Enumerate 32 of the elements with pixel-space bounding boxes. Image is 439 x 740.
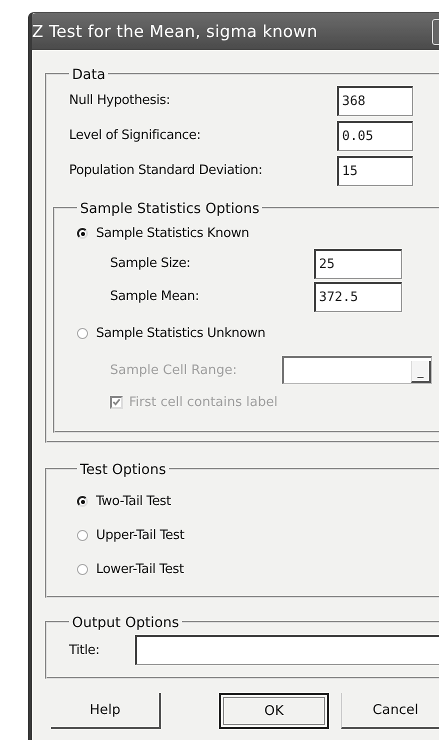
input-field[interactable]: 0.05	[337, 120, 413, 150]
radio-button[interactable]	[77, 228, 88, 238]
field-label: Null Hypothesis:	[69, 93, 172, 108]
radio-button[interactable]	[77, 328, 88, 338]
group-label: Sample Statistics Options	[79, 201, 260, 217]
window-title: Z Test for the Mean, sigma known	[32, 22, 318, 41]
radio-label: Sample Statistics Known	[96, 226, 250, 240]
radio-label: Upper-Tail Test	[96, 528, 184, 542]
checkbox-label: First cell contains label	[129, 394, 278, 410]
input-field[interactable]: 15	[337, 156, 413, 186]
field-label: Level of Significance:	[69, 128, 202, 143]
dialog-button[interactable]: Help	[51, 693, 161, 729]
radio-label: Sample Statistics Unknown	[96, 326, 266, 340]
radio-label: Two-Tail Test	[96, 494, 171, 508]
field-label: Sample Mean:	[110, 289, 200, 304]
group-label: Test Options	[79, 462, 168, 478]
field-label: Sample Size:	[110, 256, 192, 271]
field-label: Population Standard Deviation:	[69, 163, 264, 178]
dialog-button[interactable]: OK	[219, 693, 329, 729]
input-field[interactable]: 25	[314, 248, 402, 278]
dialog-button[interactable]: Cancel	[341, 693, 439, 729]
field-label: Sample Cell Range:	[110, 362, 238, 378]
group-label: Data	[71, 67, 106, 83]
input-field[interactable]: 368	[337, 86, 413, 116]
title-field[interactable]	[135, 635, 439, 665]
field-label: Title:	[69, 642, 100, 658]
radio-button[interactable]	[77, 496, 88, 506]
group-label: Output Options	[71, 615, 180, 631]
radio-button[interactable]	[77, 564, 88, 574]
radio-label: Lower-Tail Test	[96, 562, 184, 576]
input-field[interactable]: 372.5	[314, 282, 402, 312]
radio-button[interactable]	[77, 530, 88, 540]
